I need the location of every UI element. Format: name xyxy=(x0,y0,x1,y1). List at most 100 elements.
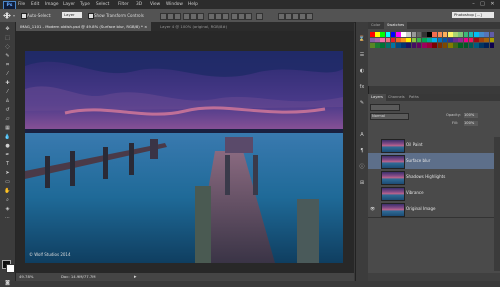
color-swatch[interactable] xyxy=(463,43,469,48)
layer-row[interactable]: Surface blur xyxy=(368,153,494,170)
menu-view[interactable]: View xyxy=(150,2,160,7)
fill-input[interactable]: 100% xyxy=(464,121,478,126)
color-swatch[interactable] xyxy=(385,32,391,37)
3d-mode-icon[interactable] xyxy=(278,13,285,20)
color-swatch[interactable] xyxy=(437,37,443,42)
tab-active-document[interactable]: IMAG_1101 - Modern oldish.psd @ 49.8% (S… xyxy=(16,22,152,31)
color-swatch[interactable] xyxy=(437,43,443,48)
marquee-tool-icon[interactable]: ⬚ xyxy=(3,35,12,42)
zoom-level[interactable]: 49.78% xyxy=(19,273,33,281)
3d-tool-icon[interactable]: ◈ xyxy=(3,206,12,213)
color-swatch[interactable] xyxy=(448,37,453,42)
color-swatch[interactable] xyxy=(416,43,422,48)
color-swatch[interactable] xyxy=(484,32,489,37)
color-swatch[interactable] xyxy=(437,32,443,37)
type-tool-icon[interactable]: T xyxy=(3,161,12,168)
distribute-right-icon[interactable] xyxy=(245,13,252,20)
color-swatch[interactable] xyxy=(468,37,474,42)
visibility-eye-icon[interactable] xyxy=(370,190,375,195)
pen-tool-icon[interactable]: ✒ xyxy=(3,152,12,159)
color-swatch[interactable] xyxy=(474,37,479,42)
history-brush-tool-icon[interactable]: ↺ xyxy=(3,107,12,114)
color-swatch[interactable] xyxy=(458,37,463,42)
character-panel-icon[interactable]: A xyxy=(358,132,366,139)
tab-layers[interactable]: Layers xyxy=(368,94,386,101)
close-button[interactable]: ✕ xyxy=(489,1,496,7)
properties-panel-icon[interactable]: ☰ xyxy=(358,52,366,59)
menu-select[interactable]: Select xyxy=(96,2,109,7)
auto-align-icon[interactable] xyxy=(256,13,263,20)
zoom-tool-icon[interactable]: ⌕ xyxy=(3,197,12,204)
tab-channels[interactable]: Channels xyxy=(385,94,408,101)
color-swatch[interactable] xyxy=(390,32,396,37)
visibility-eye-icon[interactable]: 👁 xyxy=(370,206,375,211)
distribute-vcenter-icon[interactable] xyxy=(215,13,222,20)
align-hcenter-icon[interactable] xyxy=(190,13,197,20)
color-swatch[interactable] xyxy=(458,43,463,48)
3d-drag-icon[interactable] xyxy=(292,13,299,20)
color-swatch[interactable] xyxy=(406,37,411,42)
styles-panel-icon[interactable]: fx xyxy=(358,84,366,91)
color-swatch[interactable] xyxy=(422,37,427,42)
tab-swatches[interactable]: Swatches xyxy=(384,22,408,29)
healing-brush-tool-icon[interactable]: ✚ xyxy=(3,80,12,87)
color-swatch[interactable] xyxy=(432,43,437,48)
color-swatch[interactable] xyxy=(406,32,411,37)
color-swatch[interactable] xyxy=(375,32,380,37)
color-swatch[interactable] xyxy=(458,32,463,37)
menu-type[interactable]: Type xyxy=(80,2,90,7)
brush-tool-icon[interactable]: ⁄ xyxy=(3,89,12,96)
canvas-image[interactable]: © Wolf Studios 2014 xyxy=(25,51,343,263)
color-swatch[interactable] xyxy=(401,37,406,42)
color-swatch[interactable] xyxy=(463,37,469,42)
color-swatch[interactable] xyxy=(442,32,448,37)
color-swatch[interactable] xyxy=(427,43,432,48)
color-swatch[interactable] xyxy=(370,32,375,37)
distribute-top-icon[interactable] xyxy=(208,13,215,20)
menu-window[interactable]: Window xyxy=(166,2,183,7)
visibility-eye-icon[interactable] xyxy=(370,174,375,179)
tab-second-document[interactable]: Layer 4 @ 100% (original, RGB/8#) xyxy=(156,22,231,31)
shape-tool-icon[interactable]: ▭ xyxy=(3,179,12,186)
color-swatch[interactable] xyxy=(453,32,458,37)
color-swatch[interactable] xyxy=(463,32,469,37)
swatch-grid[interactable] xyxy=(370,32,496,64)
color-swatch[interactable] xyxy=(375,43,380,48)
blend-mode-dropdown[interactable]: Normal xyxy=(370,113,409,120)
align-bottom-icon[interactable] xyxy=(174,13,181,20)
blur-tool-icon[interactable]: 💧 xyxy=(3,134,12,141)
dropdown-arrow-icon[interactable]: ▾ xyxy=(13,13,15,18)
color-swatch[interactable] xyxy=(484,43,489,48)
color-swatch[interactable] xyxy=(479,32,484,37)
path-selection-tool-icon[interactable]: ➤ xyxy=(3,170,12,177)
color-swatch[interactable] xyxy=(442,43,448,48)
color-swatch[interactable] xyxy=(448,43,453,48)
quick-select-tool-icon[interactable]: ✎ xyxy=(3,53,12,60)
color-swatch[interactable] xyxy=(370,37,375,42)
color-swatch[interactable] xyxy=(479,37,484,42)
layer-row[interactable]: Oil Paint xyxy=(368,137,494,154)
menu-filter[interactable]: Filter xyxy=(118,2,129,7)
color-swatch[interactable] xyxy=(396,32,401,37)
auto-select-dropdown[interactable]: Layer xyxy=(62,12,82,18)
layers-scrollbar[interactable] xyxy=(494,137,500,271)
adjustments-panel-icon[interactable]: ◐ xyxy=(358,68,366,75)
move-tool-icon[interactable] xyxy=(3,12,11,19)
color-swatch[interactable] xyxy=(453,37,458,42)
paragraph-panel-icon[interactable]: ¶ xyxy=(358,148,366,155)
color-swatch[interactable] xyxy=(416,37,422,42)
color-swatch[interactable] xyxy=(422,43,427,48)
color-swatch[interactable] xyxy=(401,43,406,48)
layer-filter-dropdown[interactable] xyxy=(370,104,400,111)
tab-color[interactable]: Color xyxy=(368,22,383,29)
eraser-tool-icon[interactable]: ▱ xyxy=(3,116,12,123)
color-swatch[interactable] xyxy=(489,37,495,42)
align-right-icon[interactable] xyxy=(197,13,204,20)
3d-slide-icon[interactable] xyxy=(299,13,306,20)
color-swatch[interactable] xyxy=(380,43,385,48)
color-swatch[interactable] xyxy=(411,32,417,37)
color-swatch[interactable] xyxy=(489,43,495,48)
background-color-swatch[interactable] xyxy=(6,264,15,273)
color-swatch[interactable] xyxy=(390,37,396,42)
menu-file[interactable]: File xyxy=(18,2,25,7)
